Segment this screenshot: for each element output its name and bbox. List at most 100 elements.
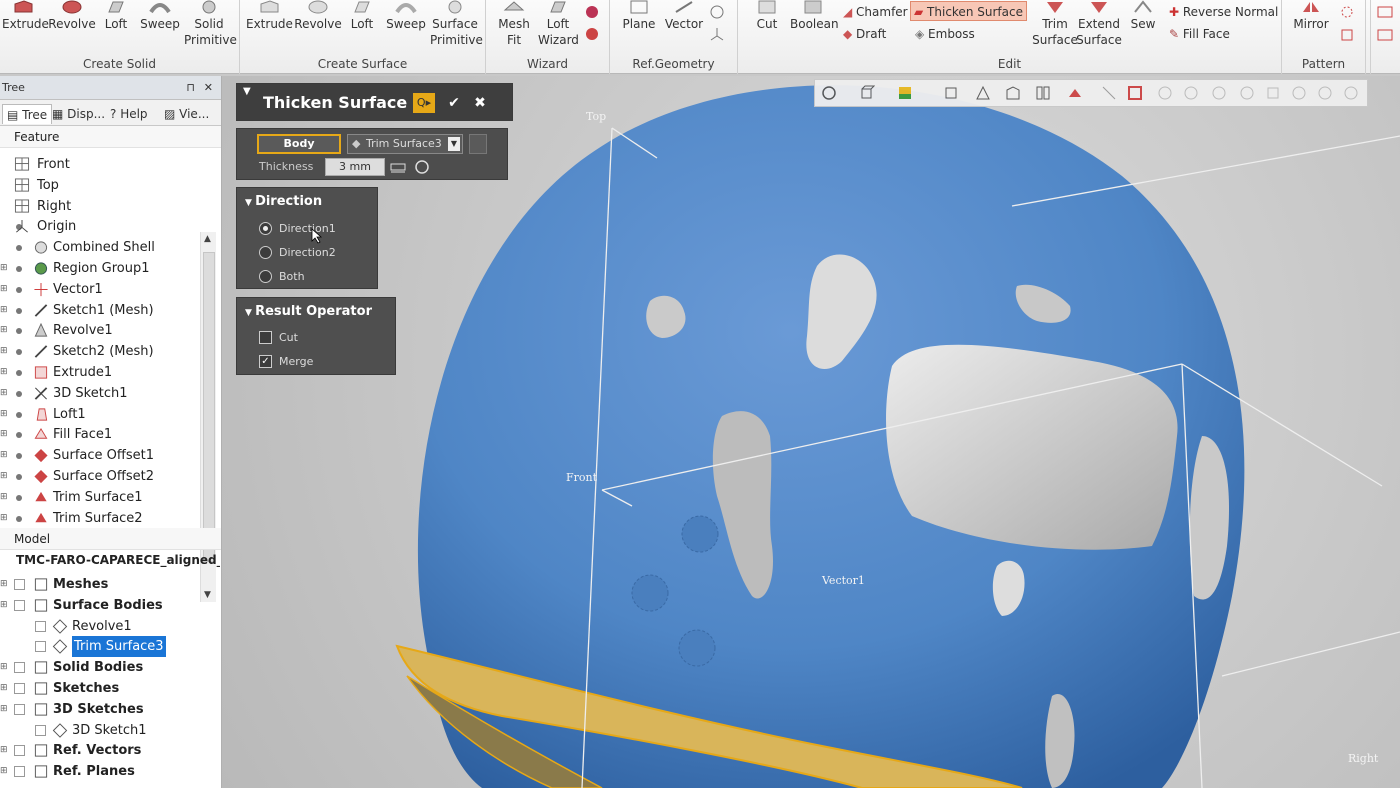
feature-tree-item[interactable]: Combined Shell (0, 237, 200, 258)
expand-icon[interactable]: ⊞ (0, 279, 10, 300)
visibility-checkbox[interactable] (35, 620, 46, 632)
view-box-select-icon[interactable] (1127, 85, 1143, 101)
ok-button[interactable]: ✔ (443, 93, 465, 113)
expand-icon[interactable]: ⊞ (0, 300, 10, 321)
expand-icon[interactable]: ⊞ (0, 508, 10, 529)
mesh-fit-button[interactable]: Mesh Fit (494, 0, 534, 48)
thicken-surface-button[interactable]: ▰ Thicken Surface (910, 1, 1027, 21)
thickness-reset-icon[interactable] (413, 158, 431, 176)
model-tree-item[interactable]: ⊞ Ref. Planes (0, 761, 220, 782)
visibility-checkbox[interactable] (14, 599, 25, 611)
feature-tree-item[interactable]: ⊞ 3D Sketch1 (0, 383, 200, 404)
solid-primitive-button[interactable]: Solid Primitive (184, 0, 237, 48)
view-front-icon[interactable] (943, 85, 959, 101)
expand-icon[interactable]: ⊞ (0, 595, 10, 616)
cut-checkbox-box[interactable] (259, 331, 272, 344)
reverse-normal-button[interactable]: ✚ Reverse Normal (1166, 2, 1281, 22)
visibility-dot-icon[interactable] (16, 474, 22, 480)
direction1-radio-dot[interactable] (259, 222, 272, 235)
feature-tree-item[interactable]: ⊞ Surface Offset2 (0, 466, 200, 487)
model-tree-child-item[interactable]: Revolve1 (0, 616, 220, 637)
close-icon[interactable]: ✕ (204, 76, 213, 100)
model-tree-child-item[interactable]: 3D Sketch1 (0, 720, 220, 741)
body-button[interactable]: Body (257, 134, 341, 154)
model-name[interactable]: TMC-FARO-CAPARECE_aligned_ (16, 553, 220, 567)
model-tree-item[interactable]: ⊞ Solid Bodies (0, 657, 220, 678)
feature-tree-item[interactable]: Front (0, 154, 200, 175)
visibility-checkbox[interactable] (14, 683, 25, 694)
body-selection-field[interactable]: ◆ Trim Surface3 ▼ (347, 134, 463, 154)
collapse-icon[interactable]: ▼ (243, 86, 251, 97)
visibility-dot-icon[interactable] (16, 453, 22, 460)
expand-icon[interactable]: ⊞ (0, 740, 10, 761)
sweep-surface-button[interactable]: Sweep (386, 0, 426, 32)
scroll-up-icon[interactable]: ▲ (204, 234, 211, 244)
visibility-dot-icon[interactable] (16, 266, 22, 272)
expand-icon[interactable]: ⊞ (0, 362, 10, 383)
both-radio-dot[interactable] (259, 270, 272, 283)
sweep-solid-button[interactable]: Sweep (140, 0, 180, 32)
loft-surface-button[interactable]: Loft (346, 0, 378, 32)
feature-tree-item[interactable]: Right (0, 196, 200, 217)
expand-icon[interactable]: ⊞ (0, 424, 10, 445)
view-iso-icon[interactable] (975, 85, 991, 101)
loft-wizard-button[interactable]: Loft Wizard (538, 0, 579, 48)
feature-tree-item[interactable]: ⊞ Surface Offset1 (0, 445, 200, 466)
expand-icon[interactable]: ⊞ (0, 404, 10, 425)
extrude-solid-button[interactable]: Extrude (2, 0, 49, 32)
collapse-icon[interactable]: ▼ (245, 198, 255, 208)
visibility-dot-icon[interactable] (16, 390, 22, 397)
tab-tree[interactable]: ▤ Tree (2, 104, 53, 124)
revolve-solid-button[interactable]: Revolve (48, 0, 96, 32)
visibility-checkbox[interactable] (14, 662, 25, 674)
visor-patch[interactable] (886, 344, 1178, 550)
merge-checkbox-box[interactable]: ✓ (259, 355, 272, 368)
model-tree-item[interactable]: ⊞ Meshes (0, 574, 220, 595)
revolve-surface-button[interactable]: Revolve (294, 0, 342, 32)
visibility-checkbox[interactable] (14, 703, 25, 715)
wizard-extra-icon[interactable] (584, 4, 600, 44)
chamfer-button[interactable]: ◢ Chamfer (840, 2, 911, 22)
view-top-icon[interactable] (1005, 85, 1021, 101)
expand-icon[interactable]: ⊞ (0, 445, 10, 466)
visibility-checkbox[interactable] (35, 724, 46, 736)
ref-extra-icon[interactable] (708, 4, 726, 44)
visibility-dot-icon[interactable] (16, 307, 22, 314)
ribbon-overflow[interactable] (1370, 0, 1400, 74)
feature-tree-item[interactable]: ⊞ Extrude1 (0, 362, 200, 383)
expand-icon[interactable]: ⊞ (0, 657, 10, 678)
visibility-dot-icon[interactable] (16, 245, 22, 252)
scroll-thumb[interactable] (203, 252, 215, 562)
visibility-dot-icon[interactable] (16, 411, 22, 418)
plane-button[interactable]: Plane (622, 0, 656, 32)
view-split-icon[interactable] (1035, 85, 1051, 101)
pattern-extra-icon[interactable] (1338, 4, 1356, 44)
expand-icon[interactable]: ⊞ (0, 383, 10, 404)
expand-icon[interactable]: ⊞ (0, 761, 10, 782)
feature-tree-item[interactable]: ⊞ Sketch2 (Mesh) (0, 341, 200, 362)
visibility-dot-icon[interactable] (16, 328, 22, 335)
visibility-checkbox[interactable] (14, 745, 25, 757)
loft-solid-button[interactable]: Loft (100, 0, 132, 32)
expand-icon[interactable]: ⊞ (0, 699, 10, 720)
sew-button[interactable]: Sew (1128, 0, 1158, 32)
visibility-dot-icon[interactable] (16, 494, 22, 501)
feature-tree-item[interactable]: ⊞ Vector1 (0, 279, 200, 300)
chevron-down-icon[interactable]: ▼ (448, 137, 460, 151)
draft-button[interactable]: ◆ Draft (840, 24, 889, 44)
pin-icon[interactable]: ⊓ (186, 76, 195, 100)
view-shade-icon[interactable] (897, 85, 913, 101)
feature-tree-item[interactable]: ⊞ Trim Surface1 (0, 487, 200, 508)
surface-primitive-button[interactable]: Surface Primitive (430, 0, 483, 48)
expand-icon[interactable]: ⊞ (0, 678, 10, 699)
feature-tree-item[interactable]: ⊞ Loft1 (0, 404, 200, 425)
visibility-checkbox[interactable] (35, 641, 46, 653)
expand-icon[interactable]: ⊞ (0, 487, 10, 508)
fill-face-button[interactable]: ✎ Fill Face (1166, 24, 1233, 44)
extrude-surface-button[interactable]: Extrude (246, 0, 293, 32)
feature-tree-item[interactable]: ⊞ Region Group1 (0, 258, 200, 279)
feature-tree-item[interactable]: ⊞ Sketch1 (Mesh) (0, 300, 200, 321)
cut-button[interactable]: Cut (752, 0, 782, 32)
visibility-dot-icon[interactable] (16, 286, 22, 293)
trim-surface-button[interactable]: Trim Surface (1032, 0, 1078, 48)
